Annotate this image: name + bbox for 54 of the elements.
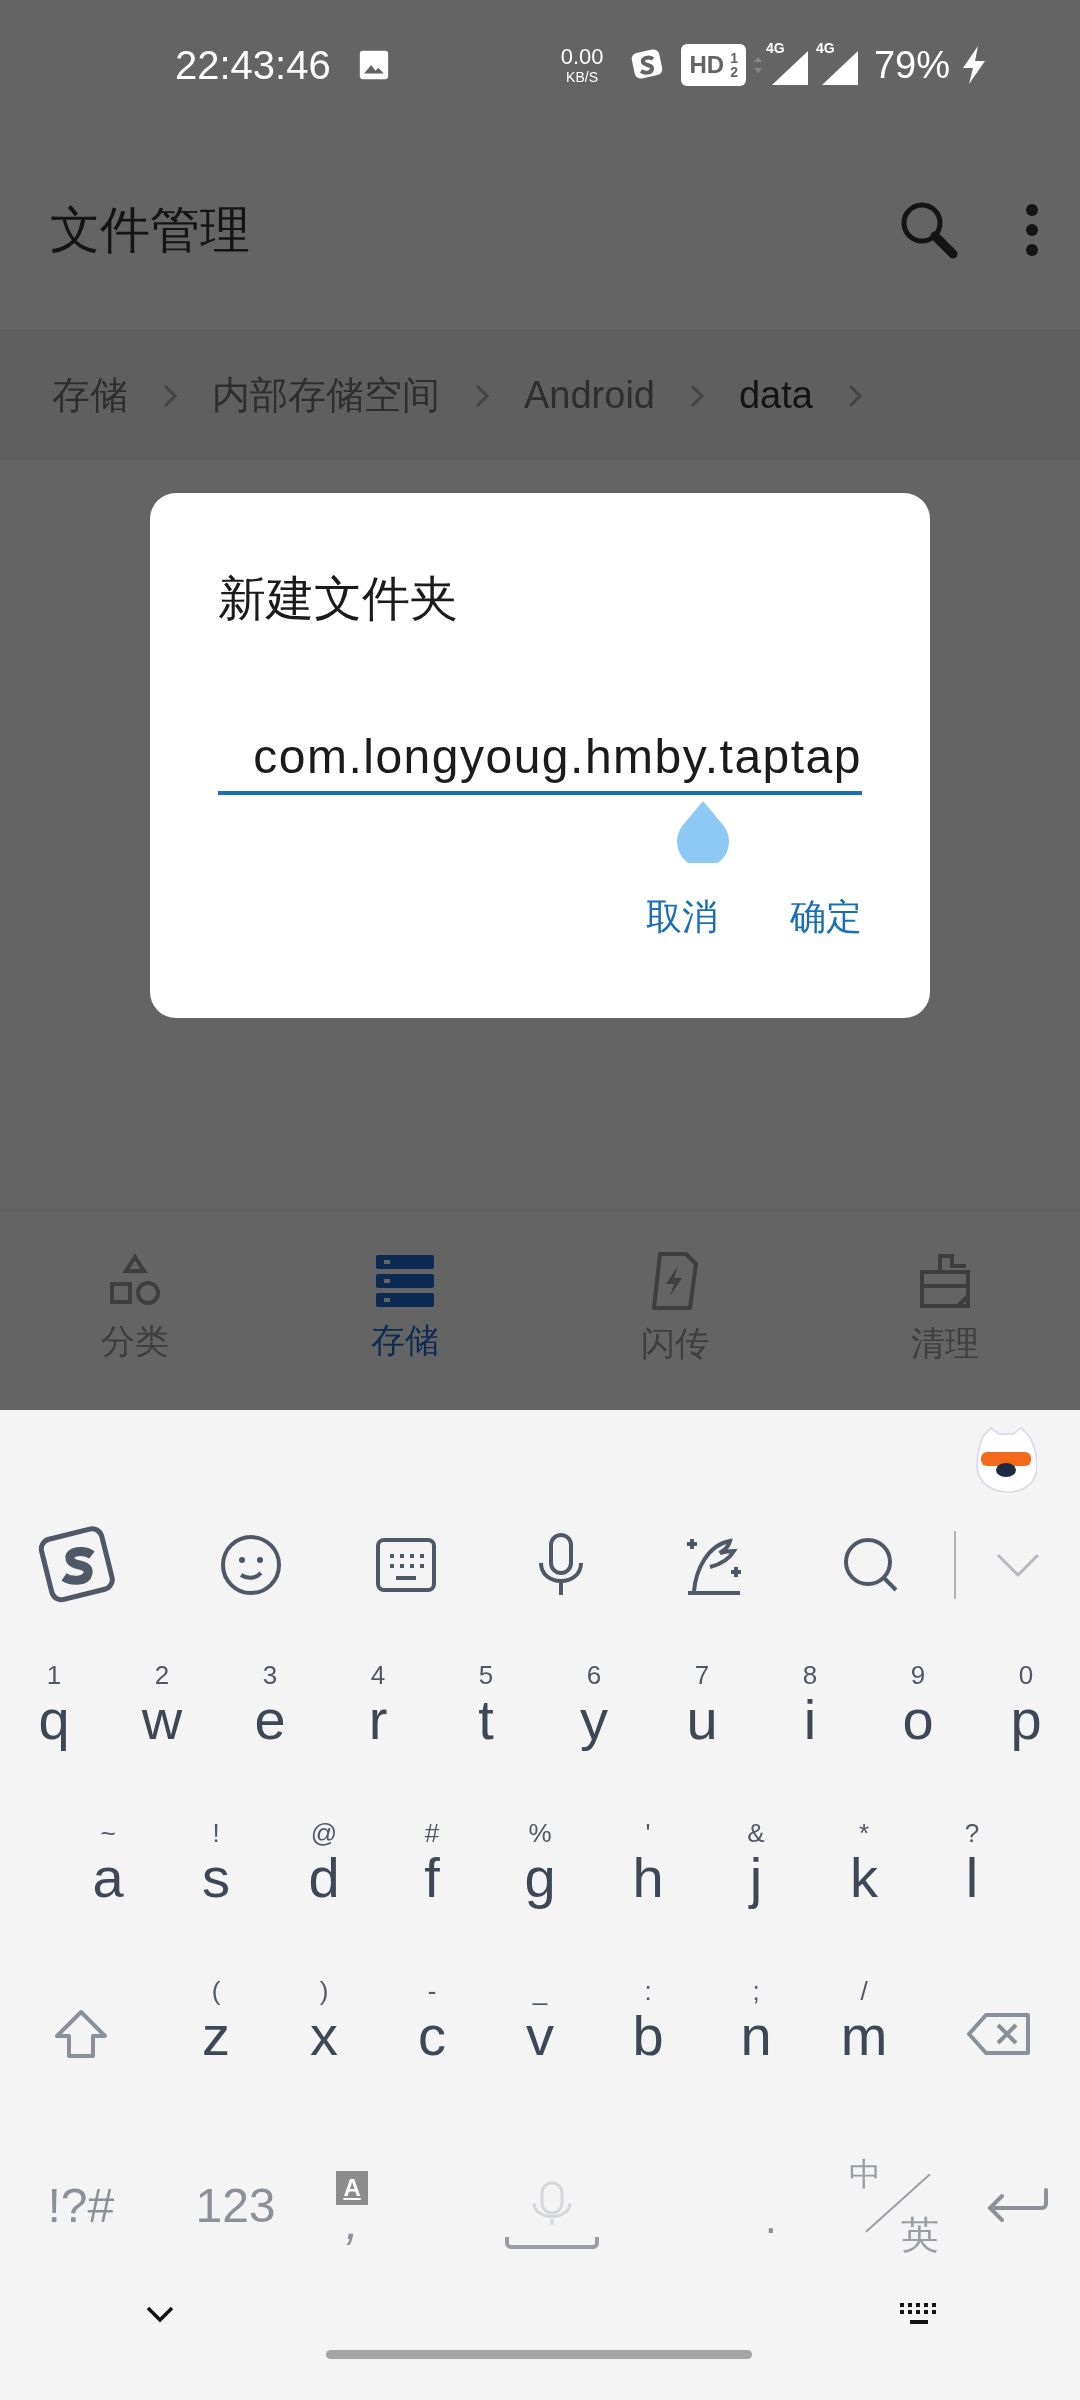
text-cursor-handle[interactable] — [675, 799, 731, 863]
key[interactable]: ( z — [162, 1970, 270, 2128]
shapes-icon[interactable] — [108, 1254, 162, 1308]
key[interactable]: 5 t — [432, 1654, 540, 1812]
keyboard-icon[interactable] — [375, 1538, 436, 1592]
net-speed: 0.00 — [560, 46, 604, 68]
key[interactable]: 7 u — [648, 1654, 756, 1812]
net-speed-unit: KB/S — [566, 70, 598, 84]
battery-percent: 79% — [873, 46, 950, 84]
hide-keyboard-icon[interactable] — [146, 2306, 174, 2324]
key[interactable]: 0 p — [972, 1654, 1080, 1812]
network-type: 4G — [815, 41, 835, 55]
dialog-title: 新建文件夹 — [218, 571, 459, 627]
key[interactable]: - c — [378, 1970, 486, 2128]
key[interactable]: % g — [486, 1812, 594, 1970]
key[interactable]: _ v — [486, 1970, 594, 2128]
clock: 22:43:46 — [175, 45, 331, 85]
collapse-keyboard-icon[interactable] — [996, 1552, 1040, 1578]
key[interactable]: ? l — [918, 1812, 1026, 1970]
key[interactable]: : b — [594, 1970, 702, 2128]
key[interactable]: * k — [810, 1812, 918, 1970]
key[interactable]: ) x — [270, 1970, 378, 2128]
network-type: 4G — [765, 41, 785, 55]
backspace-key[interactable] — [966, 2012, 1032, 2056]
key[interactable]: ~ a — [54, 1812, 162, 1970]
more-options-icon[interactable] — [1024, 202, 1040, 258]
app-title: 文件管理 — [50, 200, 250, 260]
key[interactable]: 9 o — [864, 1654, 972, 1812]
enter-key[interactable] — [986, 2188, 1051, 2224]
server-icon[interactable] — [376, 1255, 434, 1307]
dialog-button[interactable]: 确定 — [790, 899, 862, 935]
key[interactable]: @ d — [270, 1812, 378, 1970]
lightning-file-icon[interactable] — [650, 1252, 700, 1310]
folder-name-field[interactable]: com.longyoug.hmby.taptap — [218, 727, 862, 795]
key[interactable]: ; n — [702, 1970, 810, 2128]
mascot-icon[interactable] — [975, 1426, 1037, 1494]
key[interactable]: # f — [378, 1812, 486, 1970]
key[interactable]: 8 i — [756, 1654, 864, 1812]
key[interactable]: & j — [702, 1812, 810, 1970]
key[interactable]: 3 e — [216, 1654, 324, 1812]
key[interactable]: ' h — [594, 1812, 702, 1970]
emoji-icon[interactable] — [218, 1533, 283, 1597]
key[interactable]: / m — [810, 1970, 918, 2128]
key[interactable]: 2 w — [108, 1654, 216, 1812]
search-icon[interactable] — [841, 1536, 900, 1594]
key[interactable]: ! s — [162, 1812, 270, 1970]
shift-key[interactable] — [53, 2009, 109, 2059]
dialog-button[interactable]: 取消 — [646, 899, 718, 935]
microphone-icon[interactable] — [536, 1533, 585, 1597]
charging-icon — [960, 45, 988, 85]
key[interactable]: 4 r — [324, 1654, 432, 1812]
logo-icon[interactable] — [38, 1525, 118, 1605]
key[interactable]: 6 y — [540, 1654, 648, 1812]
key[interactable]: 1 q — [0, 1654, 108, 1812]
